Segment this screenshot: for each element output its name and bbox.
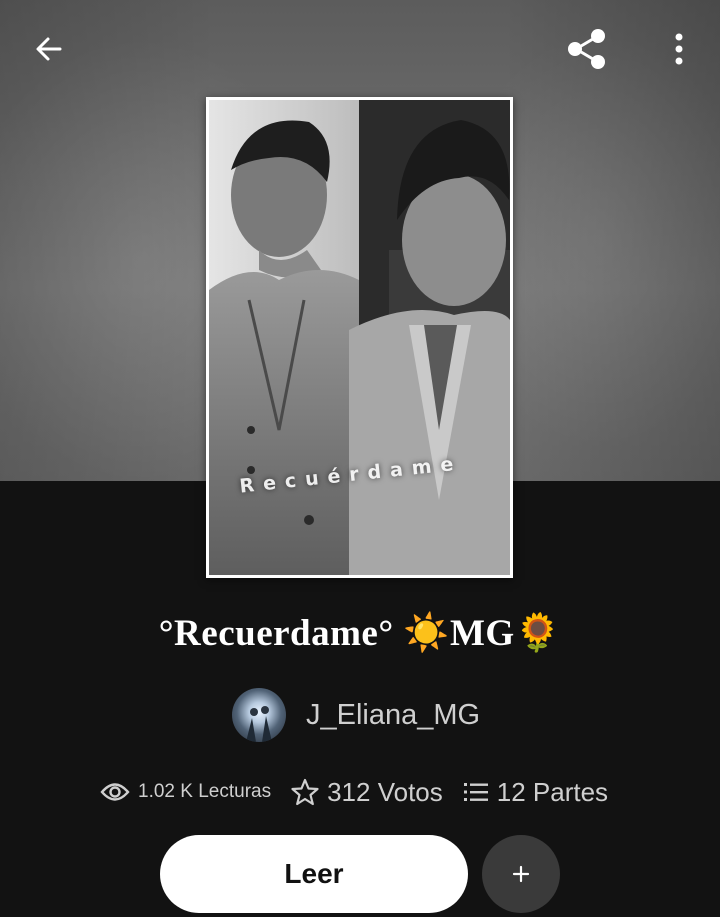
back-button[interactable] [22, 22, 76, 76]
list-icon [463, 783, 488, 801]
more-vertical-icon [675, 33, 683, 65]
cover-image: Recuérdame [209, 100, 510, 575]
book-cover[interactable]: Recuérdame [206, 97, 513, 578]
arrow-left-icon [36, 37, 62, 61]
add-to-library-button[interactable] [482, 835, 560, 913]
reads-stat: 1.02 K Lecturas [100, 781, 271, 803]
share-button[interactable] [560, 22, 614, 76]
story-title: °Recuerdame° ☀️MG🌻 [158, 613, 562, 654]
reads-count: 1.02 K Lecturas [138, 781, 272, 802]
author-name: J_Eliana_MG [306, 698, 481, 731]
story-stats: 1.02 K Lecturas 312 Votos 12 Partes [100, 772, 608, 812]
eye-icon [100, 783, 130, 801]
plus-icon [512, 865, 530, 883]
read-button[interactable]: Leer [160, 835, 468, 913]
parts-stat: 12 Partes [463, 777, 608, 808]
author-avatar [232, 688, 286, 742]
votes-stat: 312 Votos [291, 777, 443, 808]
share-icon [568, 29, 605, 69]
author-link[interactable]: J_Eliana_MG [232, 687, 480, 743]
star-icon [291, 778, 319, 806]
more-options-button[interactable] [652, 22, 706, 76]
parts-count: 12 Partes [496, 776, 609, 807]
votes-count: 312 Votos [327, 776, 443, 807]
